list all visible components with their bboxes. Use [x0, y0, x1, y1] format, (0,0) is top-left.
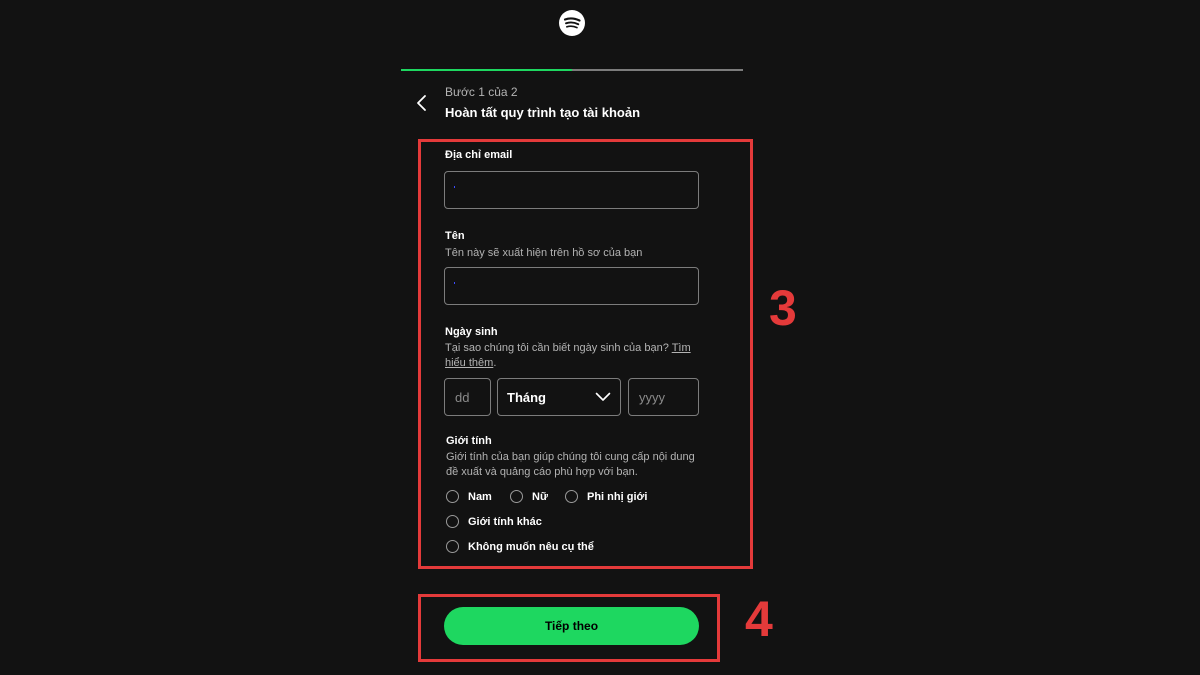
- annotation-box-form: [418, 139, 753, 569]
- annotation-number-4: 4: [745, 591, 773, 647]
- progress-bar: [401, 69, 743, 71]
- spotify-logo-icon: [559, 10, 585, 36]
- annotation-box-button: [418, 594, 720, 662]
- progress-bar-fill: [401, 69, 572, 71]
- annotation-number-3: 3: [769, 280, 797, 336]
- back-button[interactable]: [412, 92, 432, 114]
- step-indicator: Bước 1 của 2: [445, 85, 518, 99]
- page-title: Hoàn tất quy trình tạo tài khoản: [445, 105, 641, 120]
